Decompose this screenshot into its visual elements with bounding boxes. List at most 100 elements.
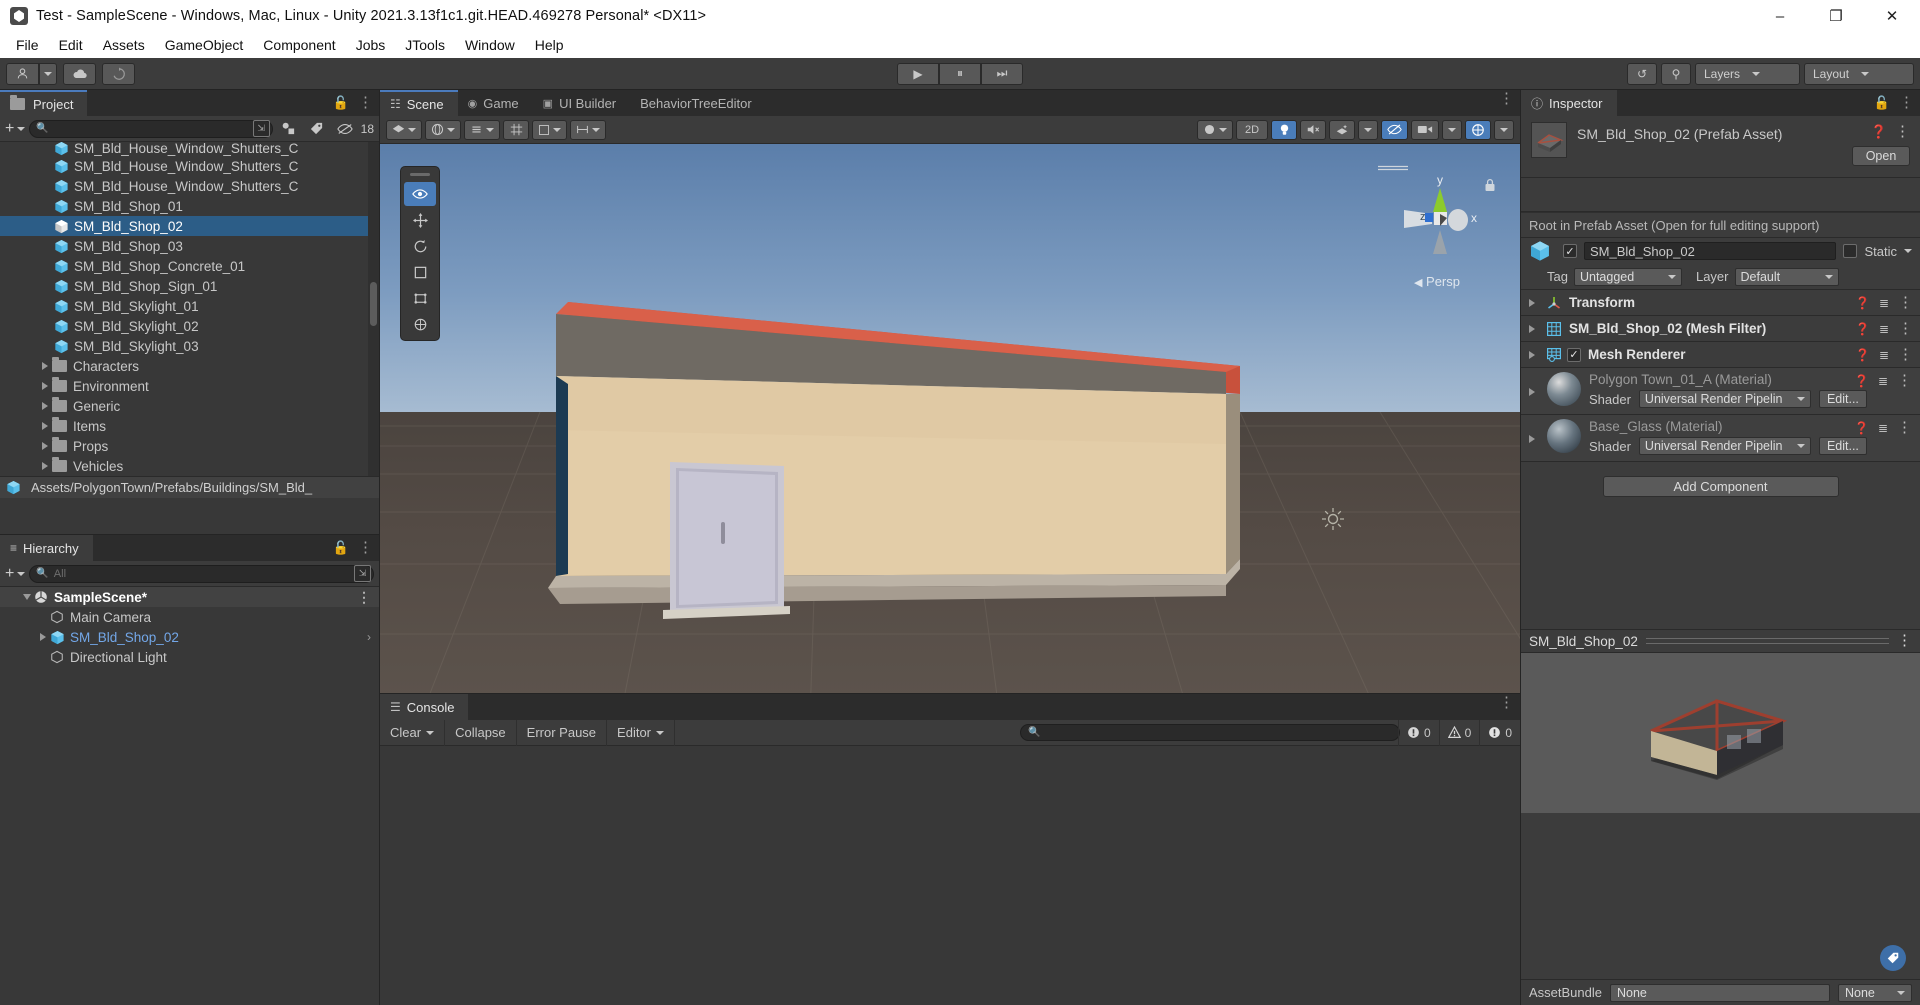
- help-icon[interactable]: ❓: [1855, 322, 1870, 336]
- assetbundle-variant-dropdown[interactable]: None: [1838, 983, 1912, 1002]
- project-search-input[interactable]: 🔍 ⇲: [29, 119, 273, 138]
- scene-fx-button[interactable]: [1329, 119, 1355, 140]
- expand-arrow-icon[interactable]: [1529, 324, 1535, 333]
- lock-icon[interactable]: 🔓: [1874, 95, 1890, 111]
- scene-camera-dropdown[interactable]: [1442, 119, 1462, 140]
- shading-mode-dropdown[interactable]: [386, 119, 422, 140]
- filter-by-label-icon[interactable]: [305, 118, 329, 140]
- menu-item-edit[interactable]: Edit: [49, 34, 93, 56]
- move-tool-button[interactable]: [404, 208, 436, 232]
- rect-tool-button[interactable]: [404, 286, 436, 310]
- right-divider[interactable]: [1520, 90, 1521, 1005]
- snap-increment-dropdown[interactable]: [570, 119, 606, 140]
- project-item-sm-bld-house-window-shutters-c[interactable]: SM_Bld_House_Window_Shutters_C: [0, 176, 379, 196]
- menu-item-jtools[interactable]: JTools: [395, 34, 455, 56]
- toggle-scene-visibility-button[interactable]: [1381, 119, 1408, 140]
- help-icon[interactable]: ❓: [1855, 348, 1870, 362]
- hierarchy-kebab-icon[interactable]: ⋮: [358, 540, 373, 555]
- hierarchy-item-sm-bld-shop-02[interactable]: SM_Bld_Shop_02 ›: [0, 627, 379, 647]
- hierarchy-item-main-camera[interactable]: Main Camera: [0, 607, 379, 627]
- collab-icon[interactable]: [102, 62, 135, 85]
- expand-arrow-icon[interactable]: [38, 382, 52, 390]
- project-item-sm-bld-shop-sign-01[interactable]: SM_Bld_Shop_Sign_01: [0, 276, 379, 296]
- scene-building-model[interactable]: [380, 144, 1520, 719]
- mesh-renderer-enabled-checkbox[interactable]: ✓: [1567, 347, 1581, 362]
- expand-arrow-icon[interactable]: [1529, 388, 1535, 396]
- layout-dropdown[interactable]: Layout: [1804, 62, 1914, 85]
- hierarchy-item-samplescene-[interactable]: SampleScene* ⋮: [0, 587, 379, 607]
- scene-camera-button[interactable]: [1411, 119, 1439, 140]
- filter-by-type-icon[interactable]: [277, 118, 301, 140]
- help-icon[interactable]: ❓: [1871, 124, 1887, 140]
- hierarchy-create-button[interactable]: +: [5, 565, 26, 583]
- cloud-icon[interactable]: [63, 62, 96, 85]
- expand-arrow-icon[interactable]: [38, 462, 52, 470]
- undo-history-icon[interactable]: ↺: [1627, 62, 1657, 85]
- scale-tool-button[interactable]: [404, 260, 436, 284]
- project-item-sm-bld-skylight-01[interactable]: SM_Bld_Skylight_01: [0, 296, 379, 316]
- project-kebab-icon[interactable]: ⋮: [358, 95, 373, 110]
- component-kebab-icon[interactable]: ⋮: [1898, 321, 1913, 336]
- scene-kebab-icon[interactable]: ⋮: [1499, 91, 1514, 106]
- add-component-button[interactable]: Add Component: [1602, 476, 1839, 497]
- menu-item-help[interactable]: Help: [525, 34, 574, 56]
- maximize-button[interactable]: ❐: [1808, 0, 1864, 32]
- material-base-glass[interactable]: Base_Glass (Material) Shader Universal R…: [1521, 415, 1920, 462]
- hierarchy-search-input[interactable]: 🔍 All ⇲: [29, 564, 374, 583]
- menu-item-assets[interactable]: Assets: [93, 34, 155, 56]
- static-checkbox[interactable]: [1843, 244, 1858, 258]
- view-tool-button[interactable]: [404, 182, 436, 206]
- material-kebab-icon[interactable]: ⋮: [1897, 373, 1912, 388]
- expand-arrow-icon[interactable]: [1529, 350, 1535, 359]
- help-icon[interactable]: ❓: [1854, 421, 1869, 435]
- tag-dropdown[interactable]: Untagged: [1573, 267, 1682, 286]
- account-icon[interactable]: [6, 62, 39, 85]
- shader-dropdown[interactable]: Universal Render Pipelin: [1638, 390, 1811, 408]
- tab-inspector[interactable]: ⓘ Inspector: [1521, 90, 1617, 116]
- grid-dropdown[interactable]: [532, 119, 567, 140]
- hidden-packages-icon[interactable]: [333, 118, 357, 140]
- gameobject-enabled-checkbox[interactable]: ✓: [1563, 244, 1577, 258]
- preset-icon[interactable]: ≣: [1879, 322, 1889, 336]
- project-item-items[interactable]: Items: [0, 416, 379, 436]
- grid-snapping-button[interactable]: [503, 119, 529, 140]
- asset-preview-area[interactable]: [1521, 653, 1920, 813]
- shader-edit-button[interactable]: Edit...: [1818, 390, 1867, 408]
- help-icon[interactable]: ❓: [1855, 296, 1870, 310]
- rotate-tool-button[interactable]: [404, 234, 436, 258]
- preset-icon[interactable]: ≣: [1878, 374, 1888, 388]
- project-item-sm-bld-skylight-03[interactable]: SM_Bld_Skylight_03: [0, 336, 379, 356]
- chevron-down-icon[interactable]: [426, 730, 435, 735]
- component-kebab-icon[interactable]: ⋮: [1898, 295, 1913, 310]
- hierarchy-item-directional-light[interactable]: Directional Light: [0, 647, 379, 667]
- project-item-sm-bld-shop-01[interactable]: SM_Bld_Shop_01: [0, 196, 379, 216]
- toggle-2d-button[interactable]: 2D: [1236, 119, 1268, 140]
- menu-item-component[interactable]: Component: [253, 34, 345, 56]
- tab-game[interactable]: ◉ Game: [457, 90, 533, 116]
- preview-kebab-icon[interactable]: ⋮: [1897, 633, 1912, 648]
- shader-dropdown[interactable]: Universal Render Pipelin: [1638, 437, 1811, 455]
- open-prefab-button[interactable]: Open: [1852, 146, 1910, 166]
- tools-drag-handle[interactable]: [410, 173, 430, 176]
- expand-arrow-icon[interactable]: [36, 633, 50, 641]
- expand-arrow-icon[interactable]: [38, 422, 52, 430]
- project-item-characters[interactable]: Characters: [0, 356, 379, 376]
- project-item-sm-bld-shop-02[interactable]: SM_Bld_Shop_02: [0, 216, 379, 236]
- console-log-list[interactable]: [380, 746, 1520, 1005]
- scene-view-effects-dropdown[interactable]: [464, 119, 500, 140]
- project-tree[interactable]: SM_Bld_House_Window_Shutters_C SM_Bld_Hou…: [0, 142, 379, 476]
- expand-arrow-icon[interactable]: [1529, 435, 1535, 443]
- project-scrollbar-thumb[interactable]: [370, 282, 377, 326]
- gizmo-lock-icon[interactable]: [1484, 178, 1496, 197]
- scene-console-divider[interactable]: [380, 693, 1520, 694]
- expand-arrow-icon[interactable]: [38, 362, 52, 370]
- scene-shading-dropdown[interactable]: [1197, 119, 1233, 140]
- console-search-input[interactable]: 🔍: [1020, 724, 1400, 741]
- project-item-generic[interactable]: Generic: [0, 396, 379, 416]
- project-hierarchy-divider[interactable]: [0, 534, 379, 535]
- component-kebab-icon[interactable]: ⋮: [1898, 347, 1913, 362]
- menu-item-window[interactable]: Window: [455, 34, 525, 56]
- material-kebab-icon[interactable]: ⋮: [1897, 420, 1912, 435]
- console-editor-dropdown[interactable]: Editor: [607, 719, 676, 746]
- project-item-sm-bld-shop-concrete-01[interactable]: SM_Bld_Shop_Concrete_01: [0, 256, 379, 276]
